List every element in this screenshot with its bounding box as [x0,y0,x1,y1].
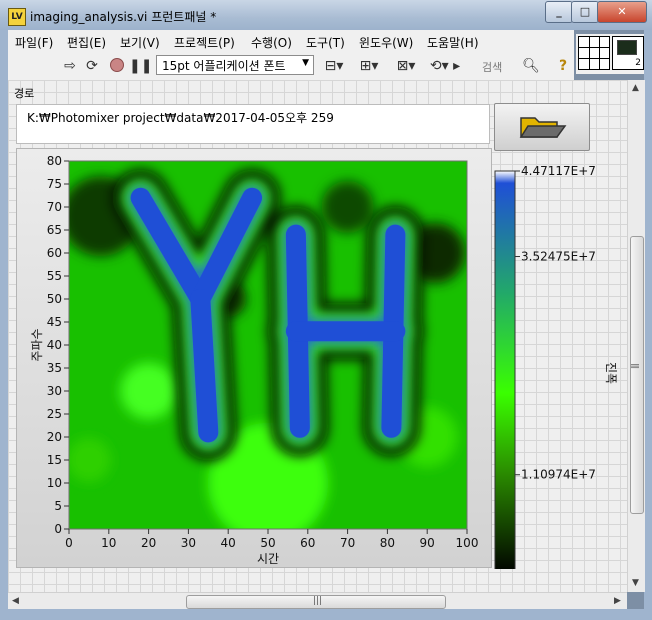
vi-icon[interactable]: 2 [612,36,644,70]
abort-icon[interactable] [108,57,126,75]
letter-y-stroke [190,289,219,443]
y-tick-label: 65 [47,223,62,237]
y-tick-label: 70 [47,200,62,214]
y-tick-label: 20 [47,430,62,444]
colorbar [494,170,516,569]
vi-icon-area: 2 [576,34,644,74]
y-tick-label: 75 [47,177,62,191]
background-blob [321,181,374,233]
y-tick-label: 40 [47,338,62,352]
x-tick-label: 0 [65,536,73,550]
x-tick-label: 70 [340,536,355,550]
font-select[interactable]: 15pt 어플리케이션 폰트 ▼ [156,55,314,75]
y-tick-label: 50 [47,292,62,306]
vertical-scrollbar[interactable]: ▲ ||| ▼ [627,80,645,592]
y-tick-label: 5 [54,499,62,513]
y-tick-label: 0 [54,522,62,536]
colorbar-label: 진폭 [604,362,618,384]
menu-bar: 파일(F) 편집(E) 보기(V) 프로젝트(P) 수행(O) 도구(T) 윈도… [8,30,574,52]
minimize-button[interactable]: _ [545,1,573,23]
intensity-graph-svg: 0 5 10 15 20 25 30 35 40 45 50 55 60 65 70 75 80 0 10 20 30 4… [30,154,618,569]
y-tick-label: 35 [47,361,62,375]
path-label: 경로 [14,87,35,100]
horizontal-scroll-grip: ||| [313,596,323,606]
y-axis-label: 주파수 [30,328,44,361]
x-tick-label: 90 [420,536,435,550]
scroll-down-arrow-icon[interactable]: ▼ [632,578,639,588]
y-tick-label: 15 [47,453,62,467]
vertical-scroll-thumb[interactable]: ||| [630,236,644,514]
x-tick-label: 50 [260,536,275,550]
background-blob [120,363,177,419]
menu-project[interactable]: 프로젝트(P) [174,34,235,51]
x-tick-label: 20 [141,536,156,550]
y-tick-label: 80 [47,154,62,168]
abort-stop-sign-icon [110,58,124,72]
colorbar-tick-label: 1395.29 [521,568,571,569]
x-tick-label: 100 [456,536,479,550]
align-objects-icon[interactable]: ⊟▾ [322,57,346,75]
x-tick-label: 80 [380,536,395,550]
x-tick-label: 40 [221,536,236,550]
pause-icon[interactable]: ❚❚ [129,57,152,75]
window-right-border [644,30,652,610]
x-tick-label: 10 [101,536,116,550]
labview-app-icon: LV [8,8,26,26]
intensity-graph: 0 5 10 15 20 25 30 35 40 45 50 55 60 65 70 75 80 0 10 20 30 4… [16,148,618,569]
menu-window[interactable]: 윈도우(W) [359,34,413,51]
window-left-border [0,30,8,610]
title-bar: LV imaging_analysis.vi 프런트패널 * _ □ ✕ [0,0,652,30]
horizontal-scrollbar[interactable]: ◀ ||| ▶ [8,592,627,610]
y-tick-label: 60 [47,246,62,260]
path-input[interactable]: K:₩Photomixer project₩data₩2017-04-05오후 … [16,104,490,144]
vertical-scroll-grip: ||| [631,363,640,369]
close-button[interactable]: ✕ [597,1,647,23]
run-arrow-icon[interactable]: ⇨ [61,57,79,75]
y-tick-label: 25 [47,407,62,421]
browse-button[interactable] [494,103,590,151]
menu-file[interactable]: 파일(F) [15,34,53,51]
y-tick-label: 45 [47,315,62,329]
colorbar-tick-label: 1.10974E+7 [521,468,596,482]
search-label: 검색 [482,61,503,74]
horizontal-scroll-thumb[interactable]: ||| [186,595,446,609]
distribute-objects-icon[interactable]: ⊞▾ [357,57,381,75]
y-tick-label: 10 [47,476,62,490]
y-tick-label: 55 [47,269,62,283]
folder-icon [519,117,567,138]
scroll-left-arrow-icon[interactable]: ◀ [12,596,19,606]
menu-edit[interactable]: 편집(E) [67,34,106,51]
menu-view[interactable]: 보기(V) [120,34,160,51]
window-bottom-border [0,609,652,620]
menu-help[interactable]: 도움말(H) [427,34,479,51]
background-blob [69,438,111,482]
toolbar: ⇨ ⟳ ❚❚ 15pt 어플리케이션 폰트 ▼ ⊟▾ ⊞▾ ⊠▾ ⟲▾ ▸ 검색… [8,52,574,81]
colorbar-tick-label: 4.47117E+7 [521,164,596,178]
vi-icon-badge: 2 [635,58,641,68]
colorbar-tick-label: 3.52475E+7 [521,250,596,264]
window-title: imaging_analysis.vi 프런트패널 * [30,10,217,24]
connector-pane-icon[interactable] [578,36,610,70]
scroll-up-arrow-icon[interactable]: ▲ [632,83,639,93]
search-icon[interactable]: 🔍︎ [522,57,540,75]
reorder-icon[interactable]: ⟲▾ ▸ [429,57,461,75]
x-axis-label: 시간 [257,552,279,566]
x-tick-label: 60 [300,536,315,550]
front-panel: 경로 K:₩Photomixer project₩data₩2017-04-05… [8,80,627,592]
menu-tools[interactable]: 도구(T) [306,34,345,51]
resize-objects-icon[interactable]: ⊠▾ [393,57,419,75]
run-continuous-icon[interactable]: ⟳ [83,57,101,75]
monitor-icon [617,40,637,55]
scroll-right-arrow-icon[interactable]: ▶ [614,596,621,606]
maximize-button[interactable]: □ [571,1,599,23]
help-icon[interactable]: ? [554,57,572,75]
font-select-value: 15pt 어플리케이션 폰트 [162,59,286,73]
menu-operate[interactable]: 수행(O) [251,34,292,51]
chevron-down-icon: ▼ [302,58,309,68]
x-tick-label: 30 [181,536,196,550]
y-tick-label: 30 [47,384,62,398]
